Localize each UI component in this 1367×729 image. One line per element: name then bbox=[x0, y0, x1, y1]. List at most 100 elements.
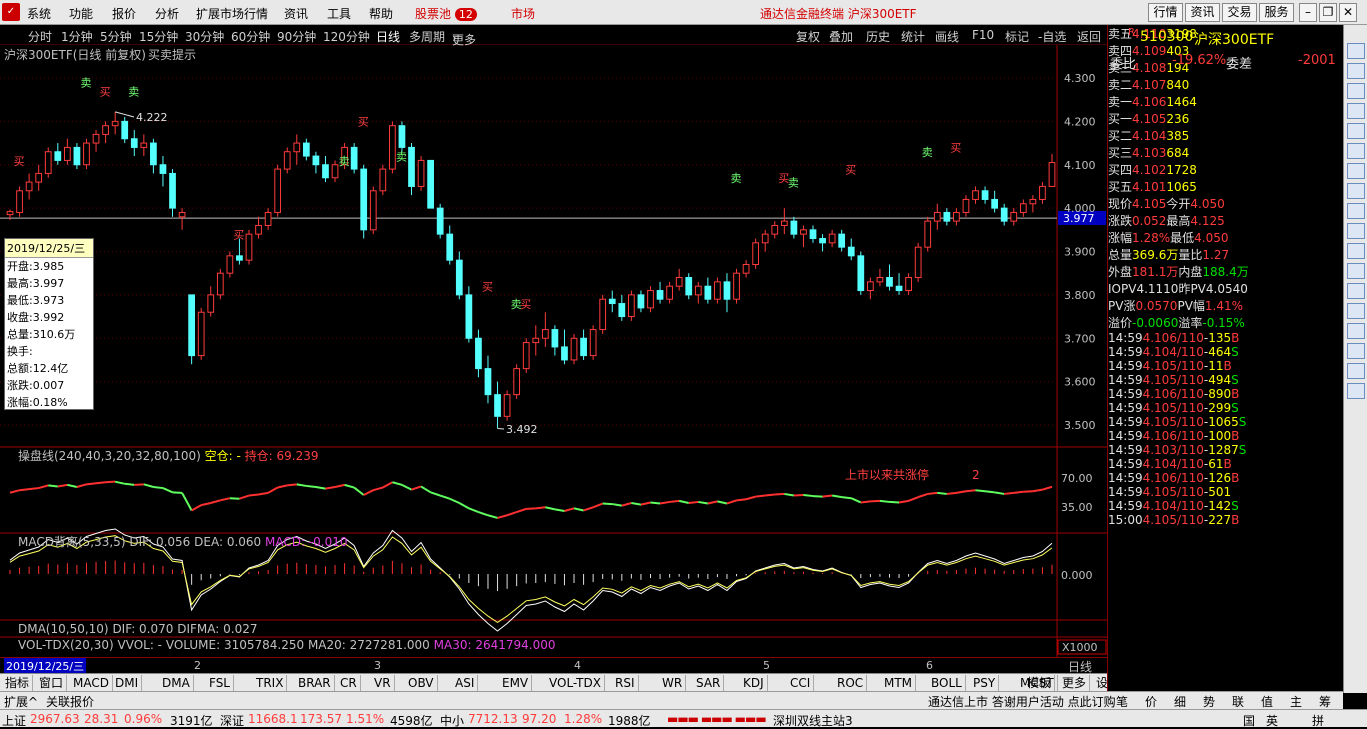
candle-body bbox=[322, 164, 329, 179]
indicator-tab[interactable]: 更多 bbox=[1059, 675, 1091, 691]
market-button[interactable]: 市场 bbox=[511, 5, 535, 22]
indicator-tab[interactable]: MTM bbox=[881, 675, 917, 691]
indicator-tab[interactable]: VR bbox=[371, 675, 395, 691]
indicator-tab[interactable]: WR bbox=[659, 675, 687, 691]
period-tab[interactable]: 90分钟 bbox=[277, 28, 316, 45]
tool-button[interactable]: 叠加 bbox=[829, 28, 853, 45]
tool-button[interactable]: -自选 bbox=[1038, 28, 1066, 45]
period-tab[interactable]: 120分钟 bbox=[323, 28, 370, 45]
side-tab[interactable]: 价 bbox=[1145, 693, 1157, 710]
ime-button[interactable]: 英 bbox=[1266, 712, 1278, 729]
connection-status[interactable]: 深圳双线主站3 bbox=[773, 712, 853, 729]
stockpool-button[interactable]: 股票池 12 bbox=[415, 5, 477, 22]
indicator-tab[interactable]: PSY bbox=[970, 675, 1000, 691]
toolbar-service-button[interactable]: 服务 bbox=[1259, 3, 1294, 22]
back-icon[interactable] bbox=[1347, 383, 1365, 399]
indicator-tab[interactable]: DMI bbox=[112, 675, 143, 691]
f10-icon[interactable] bbox=[1347, 203, 1365, 219]
tick-list[interactable]: 14:594.106/110-135B 14:594.104/110-464S 14… bbox=[1108, 331, 1343, 527]
indicator-tab[interactable]: CR bbox=[337, 675, 361, 691]
toolbar-trade-button[interactable]: 交易 bbox=[1222, 3, 1257, 22]
period-tab[interactable]: 多周期 bbox=[409, 28, 445, 45]
indicator-tab[interactable]: 窗口 bbox=[36, 675, 68, 691]
indicator-tab[interactable]: CCI bbox=[787, 675, 815, 691]
indicator-tab[interactable]: KDJ bbox=[740, 675, 768, 691]
toolbar-quote-button[interactable]: 行情 bbox=[1148, 3, 1183, 22]
ime-button[interactable]: 国 bbox=[1243, 712, 1255, 729]
kline-chart[interactable]: 沪深300ETF(日线 前复权) 买卖提示 买卖买 卖买买卖 卖买卖买卖 买卖买卖买 … bbox=[0, 45, 1107, 657]
tool-button[interactable]: 历史 bbox=[866, 28, 890, 45]
period-tab[interactable]: 5分钟 bbox=[100, 28, 132, 45]
grid-icon[interactable] bbox=[1347, 83, 1365, 99]
doc-icon[interactable] bbox=[1347, 183, 1365, 199]
candle-body bbox=[714, 281, 721, 300]
menu-item-analysis[interactable]: 分析 bbox=[155, 5, 179, 22]
related-quote-button[interactable]: 关联报价 bbox=[46, 693, 94, 710]
tool-button[interactable]: F10 bbox=[972, 28, 994, 42]
indicator-tab[interactable]: DMA bbox=[159, 675, 194, 691]
period-tab[interactable]: 1分钟 bbox=[61, 28, 93, 45]
toolbar-news-button[interactable]: 资讯 bbox=[1185, 3, 1220, 22]
plus-icon[interactable] bbox=[1347, 363, 1365, 379]
tick-side: S bbox=[1231, 373, 1239, 387]
zoom-in-icon[interactable] bbox=[1347, 303, 1365, 319]
list-icon[interactable] bbox=[1347, 63, 1365, 79]
close-icon[interactable]: ✕ bbox=[1339, 3, 1357, 22]
book-icon[interactable] bbox=[1347, 123, 1365, 139]
marquee-text[interactable]: 通达信上市 答谢用户活动 点此订购 bbox=[928, 693, 1116, 710]
grid2-icon[interactable] bbox=[1347, 223, 1365, 239]
tool-button[interactable]: 复权 bbox=[796, 28, 820, 45]
indicator-tab[interactable]: FSL bbox=[206, 675, 234, 691]
period-tab[interactable]: 15分钟 bbox=[139, 28, 178, 45]
menu-item-system[interactable]: 系统 bbox=[27, 5, 51, 22]
indicator-tab[interactable]: ROC bbox=[834, 675, 868, 691]
menu-item-quote[interactable]: 报价 bbox=[112, 5, 136, 22]
period-tab[interactable]: 60分钟 bbox=[231, 28, 270, 45]
tool-button[interactable]: 返回 bbox=[1077, 28, 1101, 45]
side-tab[interactable]: 筹 bbox=[1319, 693, 1331, 710]
chart-icon[interactable] bbox=[1347, 43, 1365, 59]
indicator-tab[interactable]: MACD bbox=[70, 675, 113, 691]
expand-button[interactable]: 扩展^ bbox=[4, 693, 38, 710]
side-tab[interactable]: 联 bbox=[1232, 693, 1244, 710]
lock-icon[interactable] bbox=[1347, 243, 1365, 259]
minimize-icon[interactable]: – bbox=[1299, 3, 1317, 22]
indicator-tab[interactable]: OBV bbox=[405, 675, 438, 691]
menu-item-function[interactable]: 功能 bbox=[69, 5, 93, 22]
menu-item-news[interactable]: 资讯 bbox=[284, 5, 308, 22]
pin-icon[interactable] bbox=[1347, 163, 1365, 179]
period-tab[interactable]: 分时 bbox=[28, 28, 52, 45]
zoom-out-icon[interactable] bbox=[1347, 343, 1365, 359]
table-icon[interactable] bbox=[1347, 103, 1365, 119]
indicator-tab[interactable]: RSI bbox=[612, 675, 639, 691]
indicator-tab[interactable]: BRAR bbox=[295, 675, 335, 691]
tool-button[interactable]: 统计 bbox=[901, 28, 925, 45]
side-tab[interactable]: 值 bbox=[1261, 693, 1273, 710]
rsi-icon[interactable] bbox=[1347, 283, 1365, 299]
tool-button[interactable]: 标记 bbox=[1005, 28, 1029, 45]
indicator-tab[interactable]: BOLL bbox=[928, 675, 966, 691]
side-tab[interactable]: 细 bbox=[1174, 693, 1186, 710]
period-tab-active[interactable]: 日线 bbox=[376, 28, 400, 45]
indicator-tab[interactable]: VOL-TDX bbox=[546, 675, 605, 691]
menu-item-tools[interactable]: 工具 bbox=[327, 5, 351, 22]
side-tab[interactable]: 笔 bbox=[1116, 693, 1128, 710]
indicator-tab[interactable]: ASI bbox=[452, 675, 479, 691]
trend-icon[interactable] bbox=[1347, 143, 1365, 159]
period-tab[interactable]: 30分钟 bbox=[185, 28, 224, 45]
menu-item-ext-market[interactable]: 扩展市场行情 bbox=[196, 5, 268, 22]
indicator-tab[interactable]: TRIX bbox=[253, 675, 288, 691]
move-icon[interactable] bbox=[1347, 323, 1365, 339]
restore-icon[interactable]: ❐ bbox=[1319, 3, 1337, 22]
signal-toggle[interactable]: 买卖提示 bbox=[148, 47, 196, 62]
ime-button[interactable]: 拼 bbox=[1312, 712, 1324, 729]
tool-button[interactable]: 画线 bbox=[935, 28, 959, 45]
indicator-tab[interactable]: EMV bbox=[499, 675, 533, 691]
side-tab[interactable]: 主 bbox=[1290, 693, 1302, 710]
template-button[interactable]: 模板 bbox=[1024, 675, 1056, 691]
indicator-tab[interactable]: SAR bbox=[693, 675, 725, 691]
indicator-tab[interactable]: 指标 bbox=[2, 675, 34, 691]
menu-item-help[interactable]: 帮助 bbox=[369, 5, 393, 22]
side-tab[interactable]: 势 bbox=[1203, 693, 1215, 710]
chart2-icon[interactable] bbox=[1347, 263, 1365, 279]
